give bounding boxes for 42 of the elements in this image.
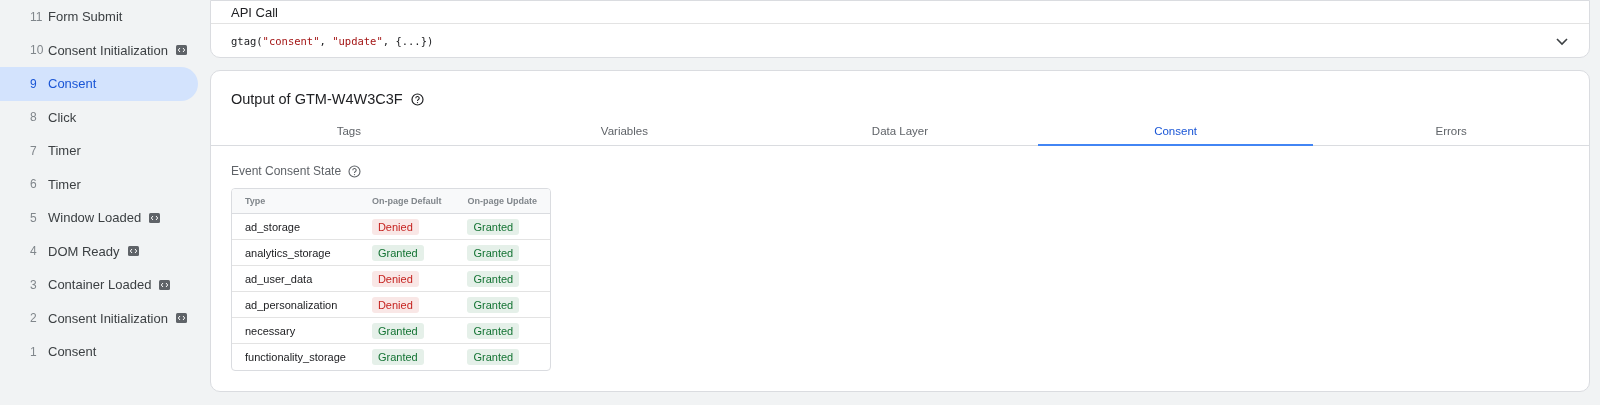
- sidebar-item[interactable]: 3 Container Loaded: [0, 268, 198, 302]
- card-title: API Call: [211, 1, 1589, 24]
- table-cell-text: functionality_storage: [244, 350, 347, 365]
- sidebar-item[interactable]: 4 DOM Ready: [0, 234, 198, 268]
- sidebar-item[interactable]: 8 Click: [0, 100, 198, 134]
- sidebar-item[interactable]: 2 Consent Initialization: [0, 301, 198, 335]
- status-badge: Granted: [467, 322, 520, 339]
- status-badge: Denied: [371, 218, 419, 235]
- status-badge: Granted: [467, 296, 520, 313]
- column-header: On-page Default: [358, 189, 455, 214]
- sidebar-item[interactable]: 9 Consent: [0, 67, 198, 101]
- sidebar-item[interactable]: 10 Consent Initialization: [0, 33, 198, 67]
- sidebar-item[interactable]: 5 Window Loaded: [0, 201, 198, 235]
- tab[interactable]: Consent: [1037, 117, 1314, 146]
- status-badge: Denied: [371, 270, 419, 287]
- table-cell: ad_personalization: [232, 292, 359, 318]
- status-badge: Granted: [467, 270, 520, 287]
- status-badge: Granted: [371, 244, 424, 261]
- status-badge: Granted: [467, 244, 520, 261]
- section-title: Event Consent State: [231, 164, 342, 178]
- table-cell: ad_storage: [232, 214, 359, 240]
- column-header: Type: [232, 189, 359, 214]
- status-badge: Granted: [467, 218, 520, 235]
- status-badge: Denied: [371, 296, 419, 313]
- sidebar-item[interactable]: 11 Form Submit: [0, 0, 198, 34]
- code-snippet: gtag("consent", "update", {...}): [231, 34, 434, 47]
- tab[interactable]: Tags: [211, 117, 487, 146]
- table-cell: ad_user_data: [232, 266, 359, 292]
- tab[interactable]: Errors: [1313, 117, 1589, 146]
- table-cell: necessary: [232, 318, 359, 344]
- output-title: Output of GTM-W4W3C3F: [231, 91, 403, 107]
- status-badge: Granted: [371, 322, 424, 339]
- help-icon[interactable]: [410, 92, 424, 106]
- column-header: On-page Update: [454, 189, 550, 214]
- sidebar-item[interactable]: 1 Consent: [0, 335, 198, 369]
- tab[interactable]: Data Layer: [762, 117, 1038, 146]
- sidebar-item[interactable]: 6 Timer: [0, 167, 198, 201]
- status-badge: Granted: [371, 349, 424, 365]
- status-badge: Granted: [467, 349, 520, 365]
- sidebar-item[interactable]: 7 Timer: [0, 134, 198, 168]
- tab[interactable]: Variables: [486, 117, 763, 146]
- table-cell: analytics_storage: [232, 240, 359, 266]
